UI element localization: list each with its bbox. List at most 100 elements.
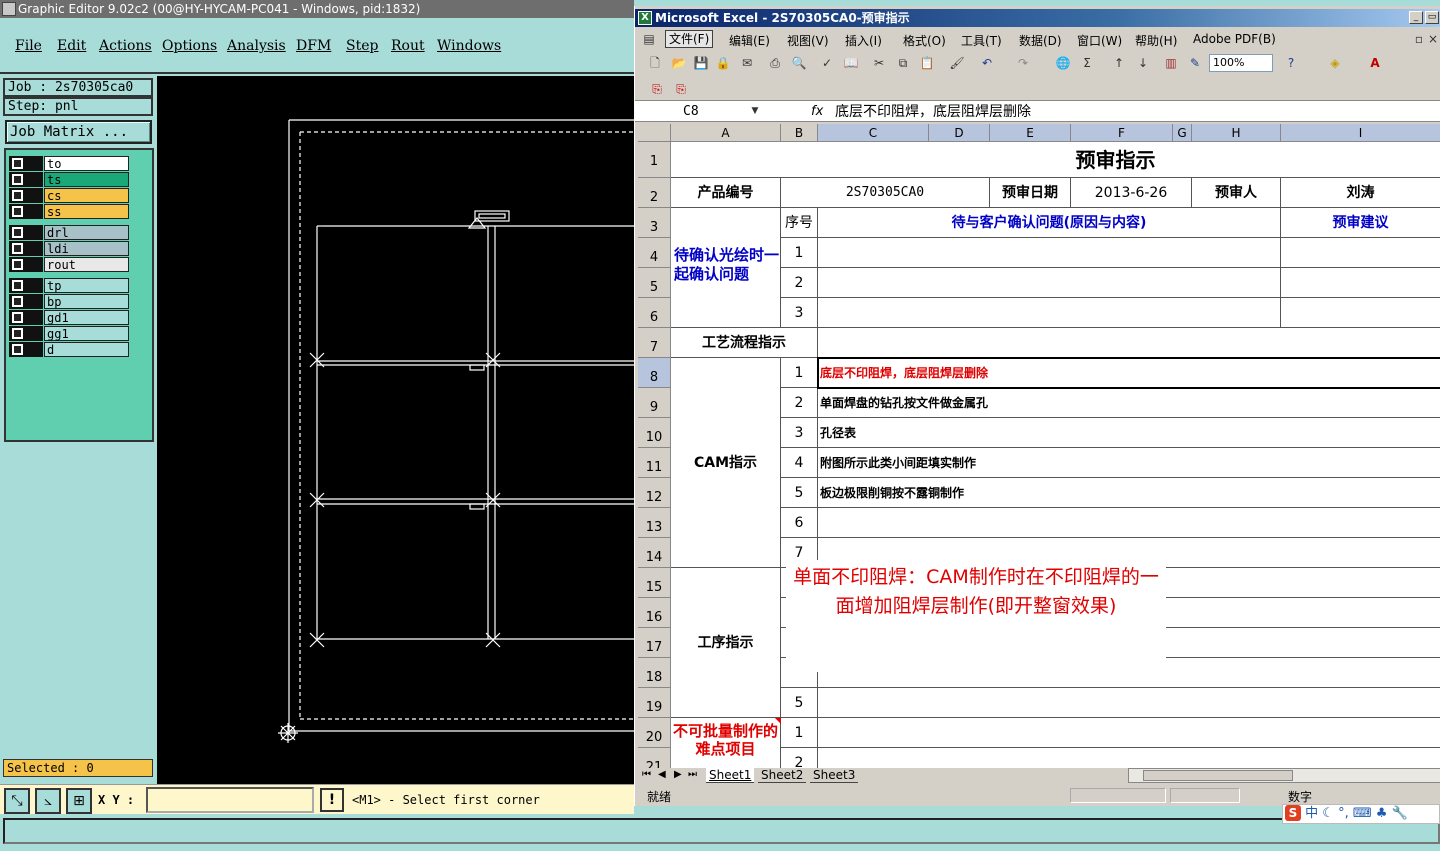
cell-product-no-label[interactable]: 产品编号 xyxy=(671,178,781,208)
menu-edit[interactable]: Edit xyxy=(57,38,86,54)
menu-file[interactable]: 文件(F) xyxy=(665,30,714,48)
menu-adobe-pdf[interactable]: Adobe PDF(B) xyxy=(1193,32,1276,46)
checkbox-icon[interactable] xyxy=(12,227,23,238)
tab-sheet3[interactable]: Sheet3 xyxy=(810,768,859,783)
ime-mode[interactable]: 中 xyxy=(1305,806,1318,821)
menu-data[interactable]: 数据(D) xyxy=(1019,32,1062,49)
column-header-d[interactable]: D xyxy=(929,124,990,142)
open-icon[interactable]: 📂 xyxy=(671,55,687,71)
layer-row-cs[interactable]: cs xyxy=(9,188,129,203)
zoom-window-icon[interactable]: ⤡ xyxy=(4,788,30,814)
column-header-b[interactable]: B xyxy=(781,124,818,142)
tab-sheet1[interactable]: Sheet1 xyxy=(706,768,755,783)
row-header[interactable]: 18 xyxy=(638,658,671,688)
sheet-title[interactable]: 预审指示 xyxy=(671,142,1440,178)
checkbox-icon[interactable] xyxy=(12,344,23,355)
cell-procedure-item[interactable] xyxy=(818,688,1440,718)
cell-cam-label[interactable]: CAM指示 xyxy=(671,358,781,568)
checkbox-icon[interactable] xyxy=(12,190,23,201)
cell-date-label[interactable]: 预审日期 xyxy=(990,178,1071,208)
menu-insert[interactable]: 插入(I) xyxy=(845,32,882,49)
row-header[interactable]: 2 xyxy=(638,178,671,208)
print-icon[interactable]: ⎙ xyxy=(767,55,783,71)
checkbox-icon[interactable] xyxy=(12,296,23,307)
menu-analysis[interactable]: Analysis xyxy=(227,38,286,54)
drawing-icon[interactable]: ✎ xyxy=(1187,55,1203,71)
first-sheet-icon[interactable]: ⏮ xyxy=(642,769,651,780)
layer-row-drl[interactable]: drl xyxy=(9,225,129,240)
next-sheet-icon[interactable]: ▶ xyxy=(674,769,682,780)
checkbox-icon[interactable] xyxy=(12,174,23,185)
cell-suggest[interactable] xyxy=(1281,238,1440,268)
skin-icon[interactable]: ♣ xyxy=(1376,806,1388,821)
horizontal-scrollbar[interactable] xyxy=(1128,768,1440,783)
checkbox-icon[interactable] xyxy=(12,158,23,169)
moon-icon[interactable]: ☾ xyxy=(1322,806,1334,821)
close-icon[interactable]: × xyxy=(1425,31,1440,47)
graphic-canvas[interactable] xyxy=(157,76,634,784)
menu-format[interactable]: 格式(O) xyxy=(903,32,946,49)
menu-options[interactable]: Options xyxy=(162,38,217,54)
row-header[interactable]: 15 xyxy=(638,568,671,598)
pdf-email-icon[interactable]: ⎘ xyxy=(673,81,689,97)
wrench-icon[interactable]: 🔧 xyxy=(1392,806,1408,821)
checkbox-icon[interactable] xyxy=(12,206,23,217)
grid-snap-icon[interactable]: ⊞ xyxy=(66,788,92,814)
cell-confirm-seq[interactable]: 1 xyxy=(781,238,818,268)
column-header-f[interactable]: F xyxy=(1071,124,1173,142)
cell-cam-seq[interactable]: 1 xyxy=(781,358,818,388)
row-header[interactable]: 11 xyxy=(638,448,671,478)
paste-icon[interactable]: 📋 xyxy=(919,55,935,71)
name-box[interactable]: C8 xyxy=(639,103,757,121)
cell-difficult-item[interactable] xyxy=(818,718,1440,748)
restore-button[interactable]: ▭ xyxy=(1425,11,1439,24)
chart-wizard-icon[interactable]: ▥ xyxy=(1163,55,1179,71)
punctuation-icon[interactable]: °, xyxy=(1338,806,1349,821)
cell-procedure-label[interactable]: 工序指示 xyxy=(671,568,781,718)
layer-row-rout[interactable]: rout xyxy=(9,257,129,272)
row-header[interactable]: 14 xyxy=(638,538,671,568)
menu-window[interactable]: 窗口(W) xyxy=(1077,32,1122,49)
tab-sheet2[interactable]: Sheet2 xyxy=(758,768,807,783)
row-header[interactable]: 1 xyxy=(638,142,671,178)
cell-difficult-seq[interactable]: 1 xyxy=(781,718,818,748)
autosum-icon[interactable]: Σ xyxy=(1079,55,1095,71)
row-header[interactable]: 8 xyxy=(638,358,671,388)
row-header[interactable]: 3 xyxy=(638,208,671,238)
cell-cam-item[interactable]: 板边极限削铜按不露铜制作 xyxy=(818,478,1440,508)
save-icon[interactable]: 💾 xyxy=(693,55,709,71)
cell-suggest[interactable] xyxy=(1281,268,1440,298)
layer-row-gd1[interactable]: gd1 xyxy=(9,310,129,325)
cell-process-label[interactable]: 工艺流程指示 xyxy=(671,328,818,358)
scrollbar-thumb[interactable] xyxy=(1143,770,1293,781)
cell-cam-seq[interactable]: 4 xyxy=(781,448,818,478)
row-header[interactable]: 16 xyxy=(638,598,671,628)
prev-sheet-icon[interactable]: ◀ xyxy=(658,769,666,780)
checkbox-icon[interactable] xyxy=(12,280,23,291)
row-header[interactable]: 12 xyxy=(638,478,671,508)
redo-icon[interactable]: ↷ xyxy=(1015,55,1031,71)
row-header[interactable]: 9 xyxy=(638,388,671,418)
checkbox-icon[interactable] xyxy=(12,312,23,323)
keyboard-icon[interactable]: ⌨ xyxy=(1353,806,1372,821)
cell-cam-seq[interactable]: 3 xyxy=(781,418,818,448)
menu-step[interactable]: Step xyxy=(346,38,378,54)
layer-row-ts[interactable]: ts xyxy=(9,172,129,187)
cell-difficult-label[interactable]: 不可批量制作的难点项目 xyxy=(671,718,781,768)
cell-issue[interactable] xyxy=(818,268,1281,298)
menu-actions[interactable]: Actions xyxy=(99,38,152,54)
command-line-input[interactable] xyxy=(3,818,1440,844)
menu-dfm[interactable]: DFM xyxy=(296,38,331,54)
select-all-corner[interactable] xyxy=(638,124,671,142)
cell-cam-seq[interactable]: 6 xyxy=(781,508,818,538)
layer-row-bp[interactable]: bp xyxy=(9,294,129,309)
cell-process[interactable] xyxy=(818,328,1440,358)
row-header[interactable]: 6 xyxy=(638,298,671,328)
cut-icon[interactable]: ✂ xyxy=(871,55,887,71)
checkbox-icon[interactable] xyxy=(12,243,23,254)
email-icon[interactable]: ✉ xyxy=(739,55,755,71)
menu-file[interactable]: File xyxy=(15,38,42,54)
cell-procedure-seq[interactable]: 5 xyxy=(781,688,818,718)
research-icon[interactable]: 📖 xyxy=(843,55,859,71)
cell-product-no[interactable]: 2S70305CA0 xyxy=(781,178,990,208)
